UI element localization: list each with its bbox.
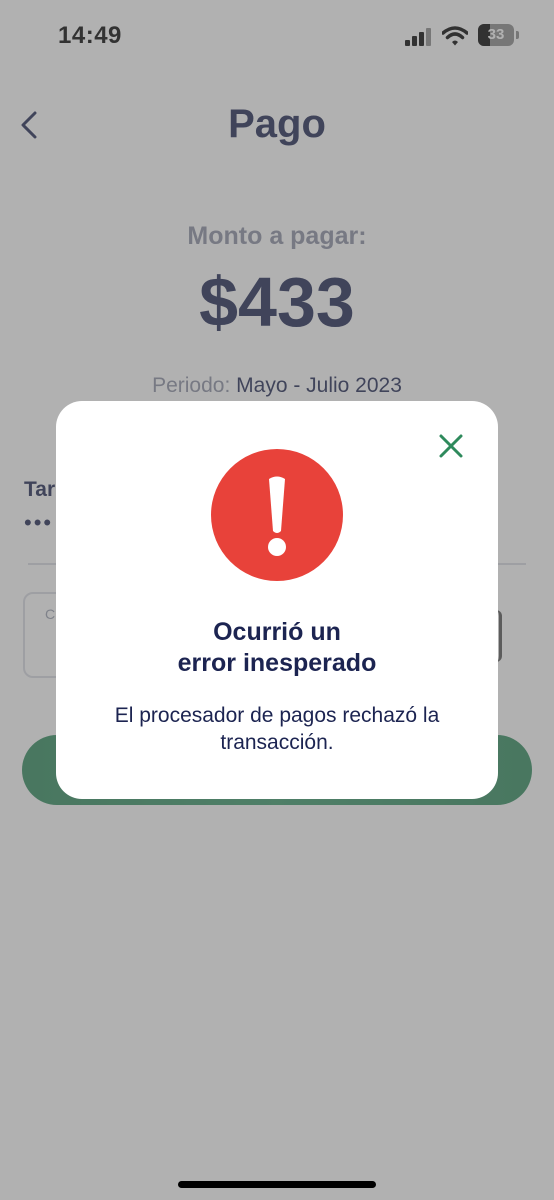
error-title-line-2: error inesperado (177, 649, 377, 677)
error-message-line-1: El procesador de pagos rechazó la (114, 704, 440, 727)
home-indicator[interactable] (178, 1181, 376, 1188)
error-title: Ocurrió un error inesperado (56, 617, 498, 679)
close-icon[interactable] (434, 429, 468, 463)
error-message: El procesador de pagos rechazó la transa… (86, 702, 468, 756)
error-title-line-1: Ocurrió un (213, 618, 341, 646)
error-modal: Ocurrió un error inesperado El procesado… (56, 401, 498, 799)
exclamation-icon (211, 449, 343, 581)
error-message-line-2: transacción. (220, 731, 334, 754)
